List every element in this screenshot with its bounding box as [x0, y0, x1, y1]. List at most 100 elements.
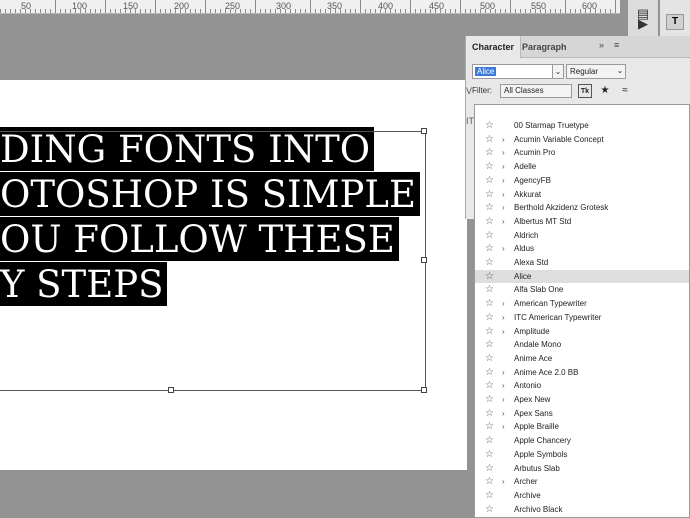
favorite-star-icon[interactable]: ☆ [485, 270, 495, 284]
panel-menu-icon[interactable]: ≡ [614, 40, 619, 50]
expand-chevron-icon[interactable]: › [502, 325, 505, 339]
expand-chevron-icon[interactable]: › [502, 379, 505, 393]
font-list-item[interactable]: ☆ › Archer [475, 475, 689, 489]
font-list-item[interactable]: ☆ › Apex New [475, 393, 689, 407]
favorite-star-icon[interactable]: ☆ [485, 434, 495, 448]
font-family-field[interactable]: Alice [472, 64, 564, 79]
similar-fonts-icon[interactable]: ≈ [618, 84, 632, 98]
expand-chevron-icon[interactable]: › [502, 174, 505, 188]
tab-character[interactable]: Character [466, 36, 522, 58]
font-list-item[interactable]: ☆ Archive [475, 489, 689, 503]
text-bounding-box[interactable] [0, 131, 426, 391]
transform-handle-right[interactable] [421, 257, 427, 263]
favorite-star-icon[interactable]: ☆ [485, 352, 495, 366]
expand-chevron-icon[interactable]: › [502, 160, 505, 174]
font-list-item[interactable]: ☆ › AgencyFB [475, 174, 689, 188]
ruler-tick [105, 0, 106, 13]
ruler-tick [210, 9, 211, 13]
font-list-item[interactable]: ☆ Arbutus Slab [475, 462, 689, 476]
expand-chevron-icon[interactable]: › [502, 366, 505, 380]
favorite-star-icon[interactable]: ☆ [485, 215, 495, 229]
font-list-item[interactable]: ☆ › Amplitude [475, 325, 689, 339]
typekit-filter-icon[interactable]: Tk [578, 84, 592, 98]
favorites-filter-icon[interactable]: ★ [598, 84, 612, 98]
font-list-item[interactable]: ☆ Archivo Black [475, 503, 689, 517]
font-list-item[interactable]: ☆ Alfa Slab One [475, 283, 689, 297]
favorite-star-icon[interactable]: ☆ [485, 283, 495, 297]
font-list-item[interactable]: ☆ 00 Starmap Truetype [475, 119, 689, 133]
favorite-star-icon[interactable]: ☆ [485, 188, 495, 202]
favorite-star-icon[interactable]: ☆ [485, 119, 495, 133]
expand-chevron-icon[interactable]: › [502, 311, 505, 325]
font-family-dropdown-button[interactable]: ⌄ [552, 64, 564, 79]
favorite-star-icon[interactable]: ☆ [485, 420, 495, 434]
expand-chevron-icon[interactable]: › [502, 475, 505, 489]
favorite-star-icon[interactable]: ☆ [485, 393, 495, 407]
font-list-item[interactable]: ☆ Aldrich [475, 229, 689, 243]
favorite-star-icon[interactable]: ☆ [485, 146, 495, 160]
expand-chevron-icon[interactable]: › [502, 242, 505, 256]
font-list-item[interactable]: ☆ Alice [475, 269, 689, 284]
favorite-star-icon[interactable]: ☆ [485, 256, 495, 270]
expand-chevron-icon[interactable]: › [502, 407, 505, 421]
font-style-chevron-icon[interactable]: ⌄ [614, 64, 626, 79]
favorite-star-icon[interactable]: ☆ [485, 242, 495, 256]
font-list-item[interactable]: ☆ Apple Symbols [475, 448, 689, 462]
font-list-item[interactable]: ☆ Anime Ace [475, 352, 689, 366]
favorite-star-icon[interactable]: ☆ [485, 475, 495, 489]
favorite-star-icon[interactable]: ☆ [485, 503, 495, 517]
favorite-star-icon[interactable]: ☆ [485, 325, 495, 339]
font-list-item[interactable]: ☆ › American Typewriter [475, 297, 689, 311]
font-list-item[interactable]: ☆ › Aldus [475, 242, 689, 256]
favorite-star-icon[interactable]: ☆ [485, 201, 495, 215]
expand-chevron-icon[interactable]: › [502, 133, 505, 147]
font-list-item[interactable]: ☆ › Apex Sans [475, 407, 689, 421]
expand-chevron-icon[interactable]: › [502, 420, 505, 434]
expand-chevron-icon[interactable]: › [502, 393, 505, 407]
play-action-button[interactable]: ▶ [633, 14, 653, 34]
expand-chevron-icon[interactable]: › [502, 215, 505, 229]
type-tool-icon[interactable]: T [666, 14, 684, 30]
font-list-item[interactable]: ☆ › Anime Ace 2.0 BB [475, 366, 689, 380]
favorite-star-icon[interactable]: ☆ [485, 448, 495, 462]
font-list-item[interactable]: ☆ › Antonio [475, 379, 689, 393]
favorite-star-icon[interactable]: ☆ [485, 489, 495, 503]
font-list-item[interactable]: ☆ › Apple Braille [475, 420, 689, 434]
expand-chevron-icon[interactable]: › [502, 146, 505, 160]
favorite-star-icon[interactable]: ☆ [485, 174, 495, 188]
favorite-star-icon[interactable]: ☆ [485, 229, 495, 243]
filter-classes-select[interactable]: All Classes [500, 84, 572, 98]
font-list-item[interactable]: ☆ › Akkurat [475, 188, 689, 202]
favorite-star-icon[interactable]: ☆ [485, 133, 495, 147]
favorite-star-icon[interactable]: ☆ [485, 311, 495, 325]
expand-chevron-icon[interactable]: › [502, 188, 505, 202]
tab-paragraph[interactable]: Paragraph [516, 36, 573, 58]
collapse-icon[interactable]: » [599, 40, 604, 50]
expand-chevron-icon[interactable]: › [502, 201, 505, 215]
font-list-item[interactable]: ☆ › Albertus MT Std [475, 215, 689, 229]
scale-icon[interactable]: IT [466, 116, 474, 126]
favorite-star-icon[interactable]: ☆ [485, 338, 495, 352]
transform-handle-top-right[interactable] [421, 128, 427, 134]
font-list-item[interactable]: ☆ › Acumin Pro [475, 146, 689, 160]
photoshop-workspace: 5010015020025030035040045050055060065070… [0, 0, 690, 518]
transform-handle-bottom-right[interactable] [421, 387, 427, 393]
expand-chevron-icon[interactable]: › [502, 297, 505, 311]
font-list-item[interactable]: ☆ › Berthold Akzidenz Grotesk [475, 201, 689, 215]
favorite-star-icon[interactable]: ☆ [485, 407, 495, 421]
horizontal-ruler[interactable]: 5010015020025030035040045050055060065070… [0, 0, 620, 14]
transform-handle-bottom[interactable] [168, 387, 174, 393]
favorite-star-icon[interactable]: ☆ [485, 462, 495, 476]
font-list-item[interactable]: ☆ › Adelle [475, 160, 689, 174]
favorite-star-icon[interactable]: ☆ [485, 297, 495, 311]
favorite-star-icon[interactable]: ☆ [485, 160, 495, 174]
font-list-item[interactable]: ☆ Alexa Std [475, 256, 689, 270]
favorite-star-icon[interactable]: ☆ [485, 366, 495, 380]
font-list-item[interactable]: ☆ › Acumin Variable Concept [475, 133, 689, 147]
leading-icon[interactable]: V [466, 86, 472, 96]
font-list-item[interactable]: ☆ › ITC American Typewriter [475, 311, 689, 325]
font-list-item[interactable]: ☆ Andale Mono [475, 338, 689, 352]
font-family-list[interactable]: ☆ 00 Starmap Truetype ☆ › Acumin Variable Co… [474, 104, 690, 518]
font-list-item[interactable]: ☆ Apple Chancery [475, 434, 689, 448]
favorite-star-icon[interactable]: ☆ [485, 379, 495, 393]
